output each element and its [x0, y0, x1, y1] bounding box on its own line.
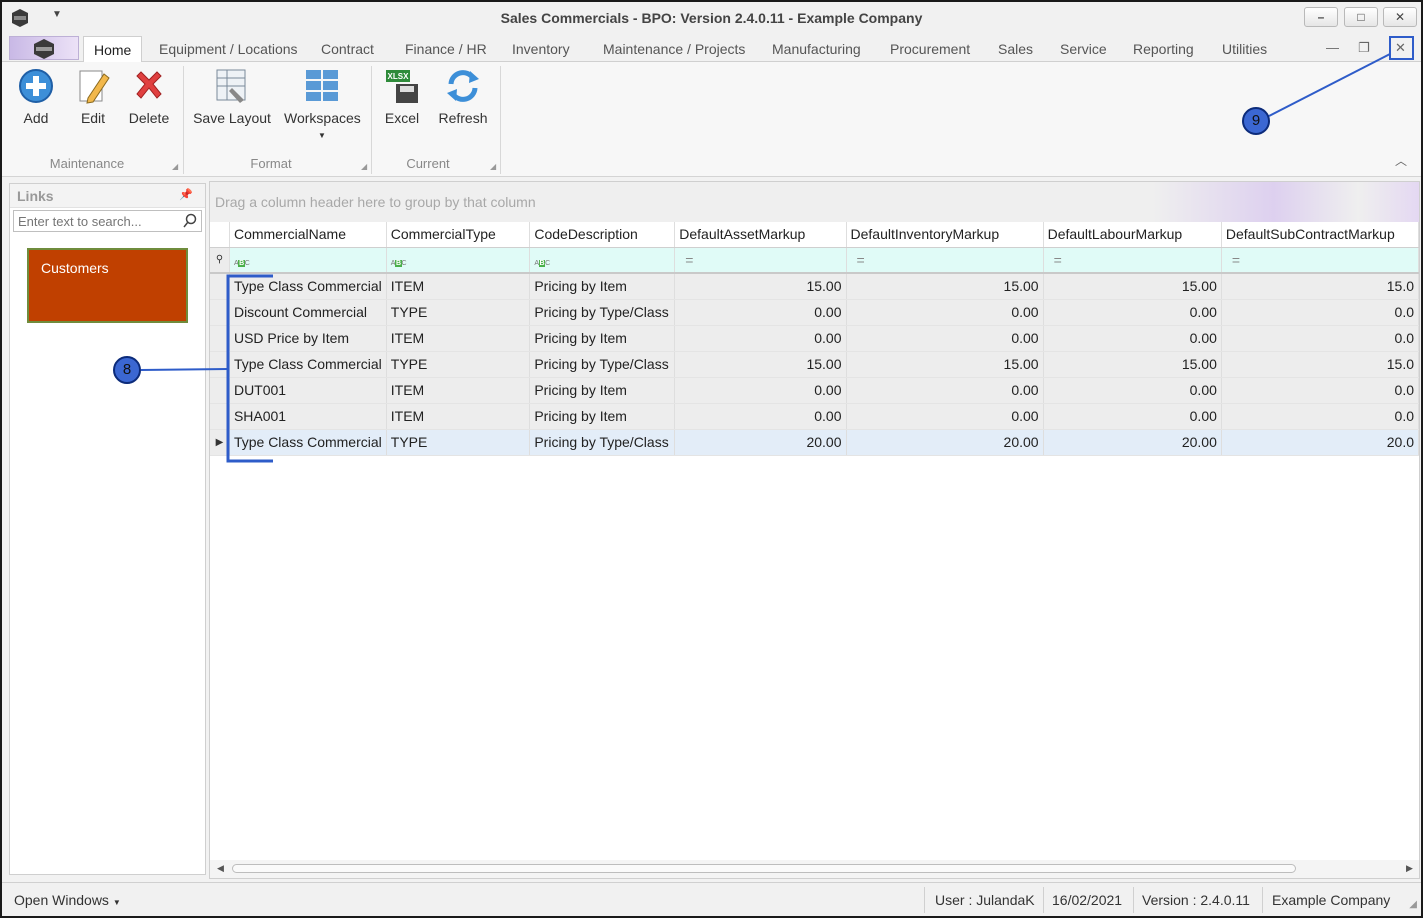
application-window: ▼ Sales Commercials - BPO: Version 2.4.0… — [0, 0, 1423, 918]
callout-8: 8 — [113, 356, 141, 384]
annotation-line-9 — [1268, 53, 1391, 117]
annotation-bracket-8 — [226, 274, 273, 463]
callout-9: 9 — [1242, 107, 1270, 135]
annotation-highlight-close — [1389, 36, 1414, 60]
annotation-line-8 — [140, 368, 229, 371]
annotation-overlay — [140, 53, 1391, 463]
